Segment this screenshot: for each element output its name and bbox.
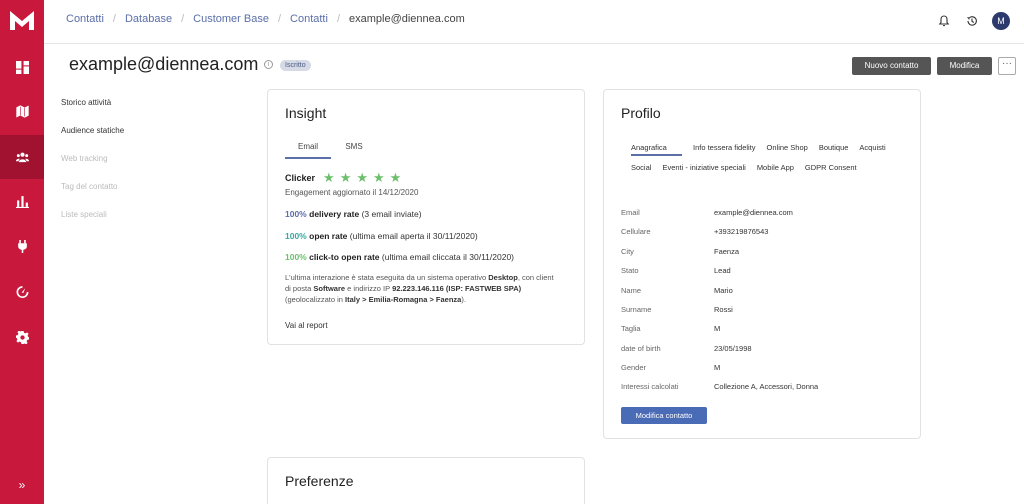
star-icon: ★ [356, 170, 368, 185]
profile-card: Profilo Anagrafica Info tessera fidelity… [603, 89, 921, 439]
contacts-icon [15, 152, 29, 162]
star-icon: ★ [323, 170, 335, 185]
breadcrumb-item-contatti[interactable]: Contatti [66, 13, 104, 25]
reports-icon [15, 195, 29, 208]
field-stato: Stato Lead [621, 266, 731, 275]
sidebar-item-performance[interactable] [0, 269, 44, 313]
insight-title: Insight [285, 105, 327, 121]
sidebar-item-reports[interactable] [0, 179, 44, 223]
nav-item-contact-tags: Tag del contatto [61, 182, 118, 191]
tab-eventi[interactable]: Eventi - iniziative speciali [662, 162, 745, 182]
field-surname: Surname Rossi [621, 305, 733, 314]
more-button[interactable]: ··· [998, 57, 1016, 75]
sidebar-item-dashboard[interactable] [0, 45, 44, 89]
bell-icon [938, 15, 950, 27]
page-title: example@diennea.com [69, 54, 259, 74]
tab-social[interactable]: Social [631, 162, 651, 182]
avatar[interactable]: M [992, 12, 1010, 30]
nav-item-web-tracking: Web tracking [61, 154, 108, 163]
topbar: Contatti / Database / Customer Base / Co… [44, 0, 1024, 44]
logo-icon[interactable] [8, 8, 36, 32]
engagement-label: Clicker [285, 173, 316, 183]
history-icon [967, 16, 977, 26]
plug-icon [17, 239, 27, 253]
tab-sms[interactable]: SMS [331, 142, 377, 159]
field-gender: Gender M [621, 363, 721, 372]
edit-button[interactable]: Modifica [937, 57, 992, 75]
new-contact-button[interactable]: Nuovo contatto [852, 57, 931, 75]
profile-title: Profilo [621, 105, 661, 121]
last-interaction-text: L'ultima interazione è stata eseguita da… [285, 273, 554, 304]
metric-delivery-rate: 100% delivery rate (3 email inviate) [285, 209, 422, 219]
nav-item-static-audiences[interactable]: Audience statiche [61, 126, 124, 154]
engagement-rating: Clicker ★ ★ ★ ★ ★ [285, 170, 406, 186]
field-city: City Faenza [621, 247, 740, 256]
field-cellulare: Cellulare +393219876543 [621, 227, 769, 236]
settings-icon [15, 330, 29, 344]
sidebar-item-map[interactable] [0, 89, 44, 133]
breadcrumb-current: example@diennea.com [349, 13, 465, 25]
insight-card: Insight Email SMS Clicker ★ ★ ★ ★ ★ Enga… [267, 89, 585, 345]
sidebar-item-contacts[interactable] [0, 135, 44, 179]
tab-email[interactable]: Email [285, 142, 331, 159]
dashboard-icon [15, 60, 29, 74]
profile-tabs: Anagrafica Info tessera fidelity Online … [631, 142, 911, 182]
tab-boutique[interactable]: Boutique [819, 142, 849, 162]
tab-mobile-app[interactable]: Mobile App [757, 162, 794, 182]
report-link[interactable]: Vai al report [285, 321, 328, 330]
field-name: Name Mario [621, 286, 733, 295]
notifications-button[interactable] [934, 11, 954, 31]
field-taglia: Taglia M [621, 324, 721, 333]
topbar-actions: M [926, 11, 1010, 31]
star-icon: ★ [373, 170, 385, 185]
sidebar: » [0, 0, 44, 504]
star-icon: ★ [339, 170, 352, 185]
edit-contact-button[interactable]: Modifica contatto [621, 407, 707, 424]
metric-click-to-open-rate: 100% click-to open rate (ultima email cl… [285, 252, 515, 262]
gauge-icon [16, 285, 28, 298]
tab-acquisti[interactable]: Acquisti [859, 142, 885, 162]
breadcrumb: Contatti / Database / Customer Base / Co… [66, 13, 465, 25]
tab-info-tessera-fidelity[interactable]: Info tessera fidelity [693, 142, 756, 162]
field-date-of-birth: date of birth 23/05/1998 [621, 344, 752, 353]
insight-tabs: Email SMS [285, 142, 377, 159]
sidebar-item-integrations[interactable] [0, 224, 44, 268]
tab-gdpr-consent[interactable]: GDPR Consent [805, 162, 857, 182]
field-interessi-calcolati: Interessi calcolati Collezione A, Access… [621, 382, 819, 391]
tab-online-shop[interactable]: Online Shop [767, 142, 808, 162]
sidebar-expand-button[interactable]: » [0, 478, 44, 492]
preferences-card: Preferenze [267, 457, 585, 504]
status-badge: Iscritto [280, 60, 311, 71]
breadcrumb-item-customer-base[interactable]: Customer Base [193, 13, 269, 25]
sidebar-item-settings[interactable] [0, 315, 44, 359]
tab-anagrafica[interactable]: Anagrafica [631, 142, 682, 156]
nav-item-special-lists: Liste speciali [61, 210, 107, 219]
preferences-title: Preferenze [285, 473, 354, 489]
star-icon: ★ [389, 170, 402, 185]
map-icon [15, 104, 29, 118]
metric-open-rate: 100% open rate (ultima email aperta il 3… [285, 231, 478, 241]
breadcrumb-item-database[interactable]: Database [125, 13, 172, 25]
field-email: Email example@diennea.com [621, 208, 793, 217]
nav-item-activity-history[interactable]: Storico attività [61, 98, 124, 126]
breadcrumb-item-contatti-list[interactable]: Contatti [290, 13, 328, 25]
info-icon[interactable]: i [264, 60, 273, 69]
contact-nav: Storico attività Audience statiche Web t… [61, 98, 124, 238]
engagement-updated: Engagement aggiornato il 14/12/2020 [285, 188, 419, 197]
history-button[interactable] [962, 11, 982, 31]
